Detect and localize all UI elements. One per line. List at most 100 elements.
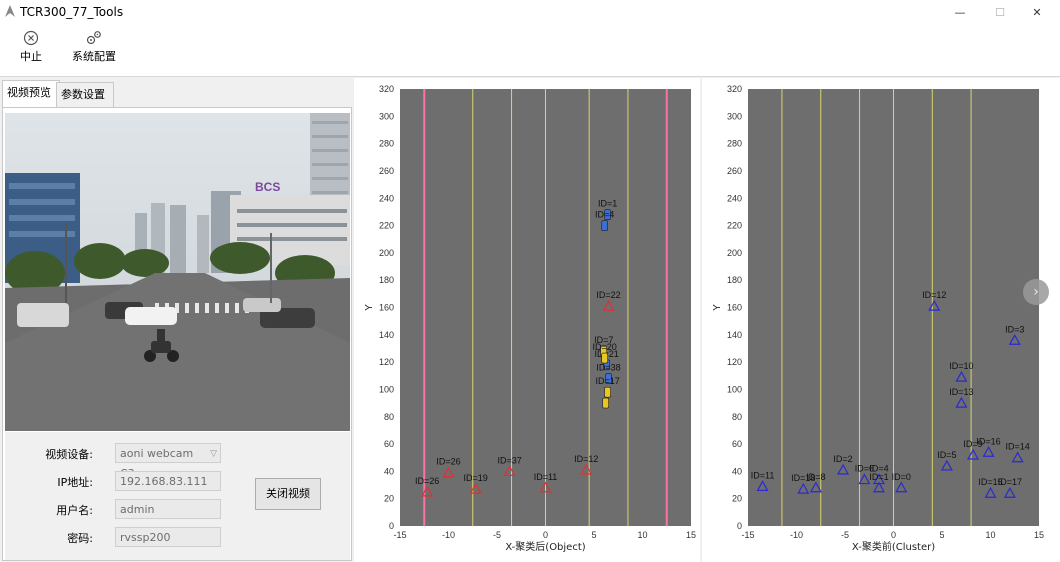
y-tick-label: 180 [379,275,394,285]
minimize-icon: — [954,5,966,19]
close-window-button[interactable]: ✕ [1014,0,1060,24]
y-tick-label: 40 [384,466,394,476]
y-tick-label: 100 [727,384,742,394]
password-field[interactable]: rvssp200 [115,527,221,547]
point-label: ID=0 [892,472,911,482]
tab-parameter-settings[interactable]: 参数设置 [56,82,114,108]
y-tick-label: 20 [732,494,742,504]
object-plot-panel: 0 20 40 60 80 100 120 140 160 180 200 220 240 260 280 3… [354,78,700,562]
x-axis-label: X-聚类前(Cluster) [852,540,935,553]
x-tick-label: 10 [985,530,995,540]
point-label: ID=12 [922,290,946,300]
x-tick-label: -10 [790,530,803,540]
toolbar: 中止 系统配置 [0,24,1060,77]
cluster-scatter-chart: 0 20 40 60 80 100 120 140 160 180 200 220 240 260 280 3… [712,84,1044,553]
device-label: 视频设备: [45,448,93,461]
x-tick-label: -10 [442,530,455,540]
x-tick-label: -15 [393,530,406,540]
y-tick-label: 120 [727,357,742,367]
ip-label: IP地址: [57,476,93,489]
y-tick-label: 260 [379,166,394,176]
x-tick-label: 15 [686,530,696,540]
y-tick-label: 120 [379,357,394,367]
point-label: ID=19 [464,473,488,483]
left-panel: 视频预览 参数设置 BCS 视频设备: aoni webcam ▽ IP地址: … [0,78,352,562]
y-tick-label: 280 [379,139,394,149]
vehicle-marker [602,397,609,409]
y-tick-label: 320 [379,84,394,94]
point-label: ID=26 [415,476,439,486]
point-label: ID=11 [751,470,775,480]
close-video-label: 关闭视频 [266,487,310,500]
chevron-right-icon: › [1033,284,1039,300]
point-label: ID=17 [595,376,619,386]
maximize-icon: ☐ [995,5,1005,19]
x-tick-label: -5 [841,530,849,540]
y-tick-label: 100 [379,384,394,394]
y-tick-label: 200 [727,248,742,258]
y-axis-label: Y [712,304,723,311]
point-label: ID=3 [1005,324,1024,334]
y-tick-label: 160 [379,303,394,313]
ip-address-value: 192.168.83.111 [120,475,208,488]
x-tick-label: -5 [493,530,501,540]
x-tick-label: 10 [637,530,647,540]
point-label: ID=14 [1006,442,1030,452]
next-arrow-button[interactable]: › [1023,279,1049,305]
y-tick-label: 200 [379,248,394,258]
point-label: ID=37 [497,455,521,465]
ip-address-field[interactable]: 192.168.83.111 [115,471,221,491]
system-config-label: 系统配置 [72,50,116,63]
close-icon: ✕ [1032,5,1042,19]
system-config-button[interactable]: 系统配置 [72,30,116,64]
y-tick-label: 60 [732,439,742,449]
point-label: ID=22 [596,290,620,300]
point-label: ID=1 [598,199,617,209]
tab-label: 参数设置 [61,88,105,101]
title-bar: TCR300_77_Tools — ☐ ✕ [0,0,1060,24]
stop-button[interactable]: 中止 [20,30,42,64]
x-tick-label: 0 [891,530,896,540]
video-preview: BCS [5,113,350,431]
y-tick-label: 320 [727,84,742,94]
y-tick-label: 300 [379,111,394,121]
app-icon [5,5,15,17]
y-tick-label: 300 [727,111,742,121]
point-label: ID=11 [534,472,558,482]
chevron-down-icon: ▽ [210,449,217,459]
point-label: ID=5 [937,450,956,460]
y-tick-label: 240 [379,193,394,203]
window-title: TCR300_77_Tools [20,5,124,19]
y-tick-label: 20 [384,494,394,504]
point-label: ID=12 [574,454,598,464]
gears-icon [86,31,101,45]
close-video-button[interactable]: 关闭视频 [255,478,321,510]
username-label: 用户名: [56,504,93,517]
point-label: ID=2 [833,454,852,464]
y-tick-label: 60 [384,439,394,449]
point-label: ID=10 [949,361,973,371]
y-tick-label: 260 [727,166,742,176]
point-label: ID=17 [998,477,1022,487]
point-label: ID=26 [436,457,460,467]
vehicle-marker [601,352,608,364]
username-field[interactable]: admin [115,499,221,519]
stop-label: 中止 [20,50,42,63]
point-label: ID=4 [595,210,614,220]
y-tick-label: 80 [384,412,394,422]
point-label: ID=16 [976,436,1000,446]
tab-video-preview[interactable]: 视频预览 [2,80,60,109]
x-tick-label: 15 [1034,530,1044,540]
y-tick-label: 140 [379,330,394,340]
y-tick-label: 280 [727,139,742,149]
x-tick-label: -15 [741,530,754,540]
point-label: ID=1 [869,472,888,482]
password-label: 密码: [67,532,93,545]
y-tick-label: 160 [727,303,742,313]
y-axis-label: Y [364,304,375,311]
shop-sign: BCS [255,180,280,194]
username-value: admin [120,503,155,516]
video-device-select[interactable]: aoni webcam C3 ▽ [115,443,221,480]
device-form: 视频设备: aoni webcam C3 ▽ IP地址: 192.168.83.… [5,432,350,560]
vehicle-marker [601,220,608,231]
